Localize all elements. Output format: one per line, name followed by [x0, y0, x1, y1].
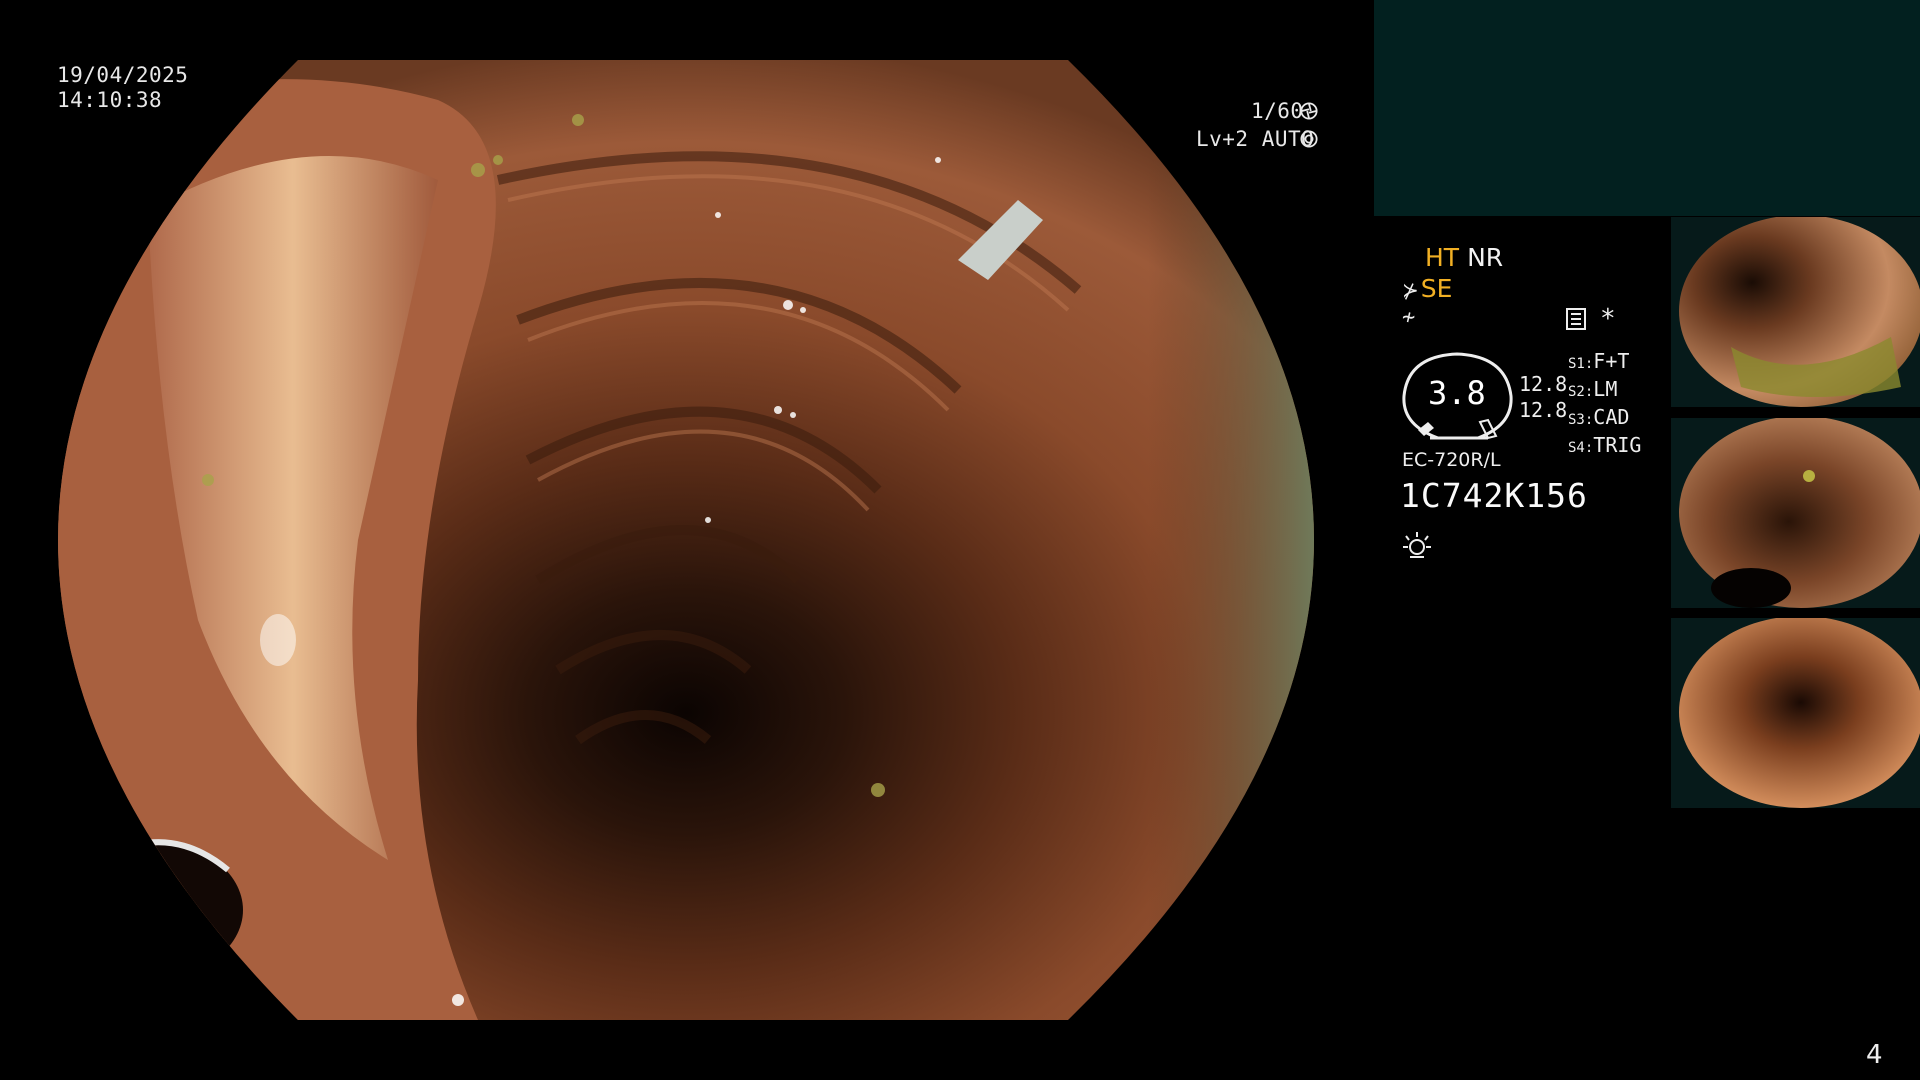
freeze-icon: ≁ [1402, 305, 1416, 330]
switch-row-1: S1:F+T [1568, 349, 1630, 373]
nr-indicator: NR [1467, 243, 1504, 272]
scope-model: EC-720R/L [1402, 449, 1501, 471]
light-source-icon [1402, 530, 1432, 560]
captured-thumbnail-1[interactable] [1671, 217, 1920, 407]
switch-assignments: S1:F+T S2:LM S3:CAD S4:TRIG [1568, 349, 1641, 461]
switch-row-3: S3:CAD [1568, 405, 1630, 429]
star-icon: * [1600, 304, 1616, 334]
scope-serial: 1C742K156 [1400, 476, 1588, 515]
switch-row-2: S2:LM [1568, 377, 1618, 401]
resolution-value-2: 12.8 [1519, 398, 1568, 422]
magnification-gauge: 3.8 [1400, 350, 1515, 446]
resolution-values: 12.8 12.8 [1519, 371, 1567, 423]
page-number: 4 [1866, 1040, 1883, 1070]
se-status: ⊁SE [1402, 274, 1452, 303]
shutter-icon [1300, 102, 1318, 120]
ht-indicator: HT [1425, 243, 1460, 272]
se-indicator: SE [1420, 274, 1453, 303]
endoscopic-view [58, 60, 1314, 1020]
structure-enhance-icon: ⊁ [1402, 278, 1419, 302]
switch-row-4: S4:TRIG [1568, 433, 1642, 457]
captured-thumbnail-2[interactable] [1671, 418, 1920, 608]
captured-thumbnail-3[interactable] [1671, 618, 1920, 808]
ht-nr-status: HT NR [1425, 243, 1503, 272]
time-label: 14:10:38 [57, 88, 163, 112]
date-label: 19/04/2025 [57, 63, 189, 87]
iris-mode: Lv+2 AUTO [1196, 127, 1315, 151]
iris-icon [1300, 130, 1318, 148]
resolution-value-1: 12.8 [1519, 372, 1568, 396]
gauge-value: 3.8 [1428, 374, 1486, 412]
shutter-speed: 1/60 [1251, 99, 1304, 123]
info-panel-header [1374, 0, 1920, 216]
notebook-icon [1566, 308, 1586, 330]
